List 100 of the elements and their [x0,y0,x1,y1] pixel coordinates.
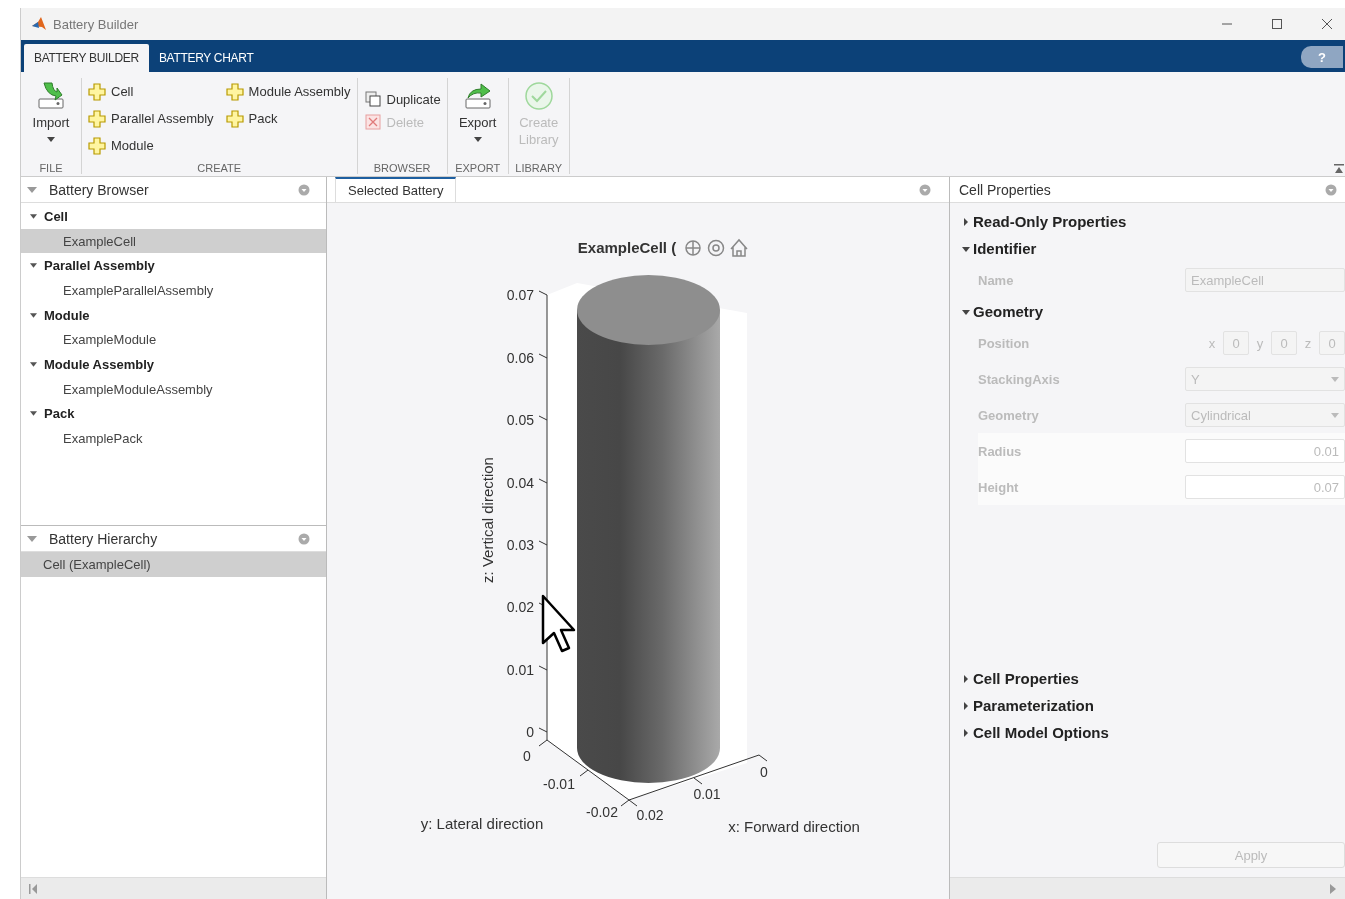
section-label: FILE [38,162,64,174]
app-icon [31,16,47,32]
panel-menu-icon[interactable] [298,532,310,545]
section-header[interactable]: Cell Model Options [950,719,1345,746]
caret-icon[interactable] [30,361,37,367]
triangle-icon[interactable] [27,186,37,193]
axis-label: z: Vertical direction [479,457,496,583]
home-icon[interactable] [730,238,748,257]
section-header[interactable]: Geometry [950,298,1345,325]
axis-label: x: Forward direction [728,818,860,835]
caret-icon [1331,376,1339,382]
caret-icon[interactable] [30,411,37,417]
scroll-right-icon[interactable] [1329,883,1337,894]
tree-item[interactable]: ExampleModule [21,327,326,353]
document-tab[interactable]: Selected Battery [335,177,457,202]
pan-icon[interactable] [685,240,701,256]
toolstrip-button[interactable]: Pack [223,105,353,132]
section-header[interactable]: Read-Only Properties [950,208,1345,235]
tree-node[interactable]: Module [21,302,326,328]
toolstrip-button[interactable]: Duplicate [361,90,443,108]
toolstrip-button[interactable]: Module [86,132,216,159]
tick-label: 0 [526,724,534,740]
plus-icon [225,109,244,128]
toolstrip-button[interactable]: Module Assembly [223,78,353,105]
panel-title: Battery Hierarchy [49,530,158,547]
axis-letter: y [1255,335,1265,351]
close-icon[interactable] [1321,18,1333,30]
caret-icon [962,728,970,737]
caret-icon [962,701,970,710]
panel-title: Cell Properties [959,181,1051,198]
section-label: LIBRARY [514,162,564,174]
scroll-left-icon[interactable] [29,883,37,894]
caret-icon[interactable] [30,213,37,219]
tick-label: 0.02 [506,599,534,615]
caret-icon[interactable] [30,263,37,269]
panel-menu-icon[interactable] [919,183,931,196]
section-label: EXPORT [454,162,502,174]
tick-label: 0.04 [506,475,534,491]
section-header[interactable]: Parameterization [950,692,1345,719]
axis-letter: x [1207,335,1217,351]
tree-node[interactable]: Module Assembly [21,352,326,377]
collapse-icon[interactable] [1334,164,1344,174]
tick-label: 0.01 [506,662,534,678]
toolstrip-button[interactable]: Export [451,78,504,162]
window-title: Battery Builder [53,16,139,32]
list-item[interactable]: Cell (ExampleCell) [21,552,326,577]
panel-title: Battery Browser [49,181,149,198]
section-header[interactable]: Cell Properties [950,665,1345,692]
property-label: Position [978,335,1031,351]
section-header[interactable]: Identifier [950,235,1345,262]
caret-icon [962,244,970,253]
panel-menu-icon[interactable] [1325,183,1337,196]
section-label: BROWSER [372,162,432,174]
triangle-icon[interactable] [27,535,37,542]
tree-item[interactable]: ExampleModuleAssembly [21,376,326,402]
plus-icon [225,82,244,101]
toolstrip-button[interactable]: Import [25,78,77,162]
tree-node[interactable]: Cell [21,204,326,229]
tick-label: -0.02 [586,804,618,820]
plus-icon [88,82,106,101]
tick-label: 0.03 [506,537,534,553]
axis-letter: z [1303,335,1313,351]
tick-label: 0.06 [506,350,534,366]
ribbon-tab[interactable]: BATTERY CHART [148,44,264,72]
tree-item[interactable]: ExampleCell [21,228,326,254]
cursor-icon [541,594,576,653]
delete-icon [363,113,382,131]
tree-node[interactable]: Parallel Assembly [21,253,326,279]
plus-icon [88,136,106,155]
rotate-icon[interactable] [707,239,725,257]
tree-item[interactable]: ExamplePack [21,426,326,451]
tick-label: 0 [523,748,531,764]
tick-label: 0.05 [506,412,534,428]
section-label: CREATE [196,162,243,174]
toolstrip-button[interactable]: Parallel Assembly [86,105,216,132]
axis-label: y: Lateral direction [420,815,544,832]
tick-label: 0.02 [636,807,664,823]
tick-label: -0.01 [543,776,575,792]
tick-label: 0.01 [693,786,721,802]
plot-title: ExampleCell ( [577,239,677,256]
tray-arrow-icon [35,80,67,112]
property-label: Name [978,272,1015,288]
tick-label: 0.07 [506,287,534,303]
property-label: Radius [978,443,1023,459]
panel-menu-icon[interactable] [298,183,310,196]
property-label: StackingAxis [978,371,1061,387]
tick-label: 0 [760,764,768,780]
caret-icon [962,674,970,683]
caret-icon[interactable] [30,312,37,318]
toolstrip-button[interactable]: Cell [86,78,216,105]
maximize-icon[interactable] [1271,18,1283,30]
caret-icon [962,307,970,316]
check-circle-icon [522,80,555,112]
property-label: Height [978,479,1020,495]
ribbon-tab[interactable]: BATTERY BUILDER [24,44,149,72]
tree-item[interactable]: ExampleParallelAssembly [21,278,326,303]
caret-icon [962,217,970,226]
property-label: Geometry [978,407,1040,423]
tree-node[interactable]: Pack [21,401,326,427]
copy-icon [363,90,382,108]
